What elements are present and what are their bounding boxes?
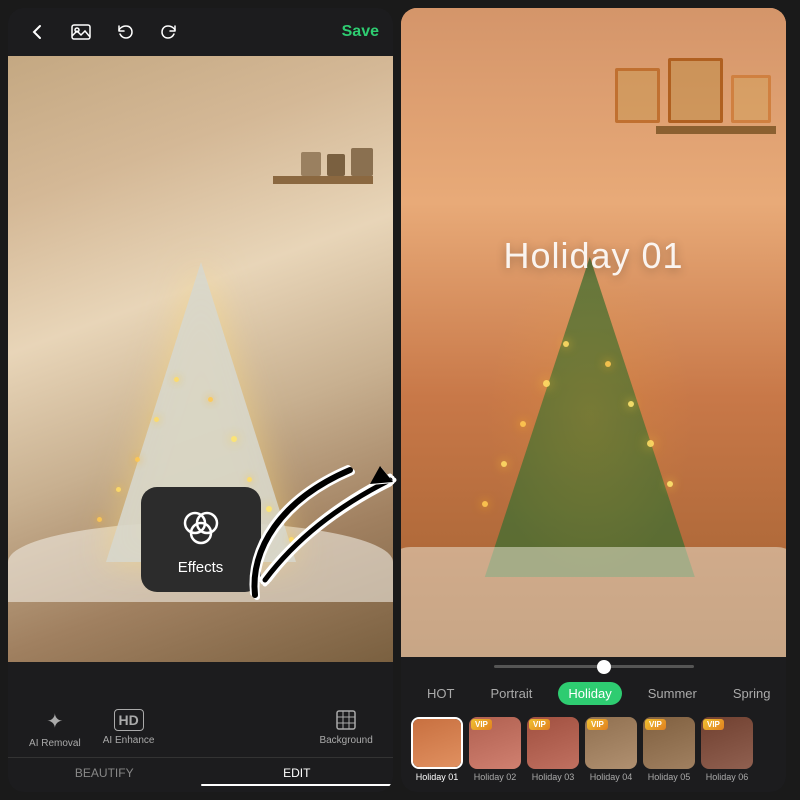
effects-tool-placeholder — [172, 709, 302, 749]
tree-light-r — [482, 501, 488, 507]
background-label: Background — [319, 735, 372, 746]
right-photo-area: Holiday 01 — [401, 8, 786, 657]
tab-edit[interactable]: EDIT — [201, 758, 394, 792]
undo-button[interactable] — [110, 17, 140, 47]
top-bar-left — [22, 17, 184, 47]
thumb-label-06: Holiday 06 — [706, 772, 749, 782]
tree-light — [247, 477, 252, 482]
thumb-label-04: Holiday 04 — [590, 772, 633, 782]
left-panel: Save Effects — [8, 8, 393, 792]
thumb-label-01: Holiday 01 — [416, 772, 459, 782]
thumb-holiday-06[interactable]: VIP Holiday 06 — [701, 717, 753, 782]
filter-tab-spring[interactable]: Spring — [723, 682, 781, 705]
vip-badge-05: VIP — [645, 719, 666, 730]
thumb-img-01 — [411, 717, 463, 769]
vip-badge-04: VIP — [587, 719, 608, 730]
tree-light — [174, 377, 179, 382]
thumb-img-06: VIP — [701, 717, 753, 769]
redo-button[interactable] — [154, 17, 184, 47]
tree-light — [266, 506, 272, 512]
thumb-img-03: VIP — [527, 717, 579, 769]
thumb-img-02: VIP — [469, 717, 521, 769]
vip-badge-02: VIP — [471, 719, 492, 730]
tab-beautify[interactable]: BEAUTIFY — [8, 758, 201, 792]
filter-tabs: HOT Portrait Holiday Summer Spring Fall — [401, 676, 786, 711]
frame-1 — [615, 68, 660, 123]
tree-light-r — [605, 361, 611, 367]
tab-row: BEAUTIFY EDIT — [8, 757, 393, 792]
ai-enhance-icon: HD — [114, 709, 144, 731]
couch — [401, 547, 786, 657]
bottom-panel-right: HOT Portrait Holiday Summer Spring Fall … — [401, 657, 786, 792]
thumb-label-03: Holiday 03 — [532, 772, 575, 782]
frame-3 — [731, 75, 771, 123]
image-icon[interactable] — [66, 17, 96, 47]
thumb-holiday-04[interactable]: VIP Holiday 04 — [585, 717, 637, 782]
thumb-label-05: Holiday 05 — [648, 772, 691, 782]
effects-popup: Effects — [141, 487, 261, 592]
thumb-label-02: Holiday 02 — [474, 772, 517, 782]
thumbnails-row: Holiday 01 VIP Holiday 02 VIP Holiday 03 — [401, 711, 786, 792]
thumb-holiday-01[interactable]: Holiday 01 — [411, 717, 463, 782]
bottom-toolbar: ✦ AI Removal HD AI Enhance Background — [8, 662, 393, 792]
ai-enhance-label: AI Enhance — [103, 735, 155, 746]
shelf-right — [656, 126, 776, 134]
holiday-title: Holiday 01 — [503, 235, 683, 277]
back-button[interactable] — [22, 17, 52, 47]
frame-2 — [668, 58, 723, 123]
thumb-holiday-03[interactable]: VIP Holiday 03 — [527, 717, 579, 782]
tree-light-r — [667, 481, 673, 487]
tree-light — [97, 517, 102, 522]
slider-thumb[interactable] — [597, 660, 611, 674]
vip-badge-03: VIP — [529, 719, 550, 730]
ai-removal-label: AI Removal — [29, 738, 81, 749]
effects-label: Effects — [178, 559, 224, 576]
tree-light-r — [563, 341, 569, 347]
filter-tab-holiday[interactable]: Holiday — [558, 682, 621, 705]
ai-enhance-tool[interactable]: HD AI Enhance — [99, 709, 159, 749]
effect-slider[interactable] — [494, 665, 694, 668]
tree-glow — [484, 257, 694, 577]
wall-decor — [615, 58, 771, 123]
slider-area — [401, 657, 786, 676]
thumb-holiday-05[interactable]: VIP Holiday 05 — [643, 717, 695, 782]
right-panel: Holiday 01 HOT Portrait Holiday Summer S… — [401, 8, 786, 792]
ai-removal-icon: ✦ — [46, 709, 63, 734]
filter-tab-portrait[interactable]: Portrait — [480, 682, 542, 705]
save-button[interactable]: Save — [342, 23, 379, 41]
thumb-img-05: VIP — [643, 717, 695, 769]
shelf-decoration — [273, 176, 373, 184]
tool-row: ✦ AI Removal HD AI Enhance Background — [8, 701, 393, 757]
top-bar: Save — [8, 8, 393, 56]
ai-removal-tool[interactable]: ✦ AI Removal — [25, 709, 85, 749]
tree-light — [116, 487, 121, 492]
filter-tab-hot[interactable]: HOT — [417, 682, 464, 705]
filter-tab-summer[interactable]: Summer — [638, 682, 707, 705]
background-tool[interactable]: Background — [316, 709, 376, 749]
thumb-holiday-02[interactable]: VIP Holiday 02 — [469, 717, 521, 782]
effects-circles-icon — [177, 503, 225, 551]
left-photo-area: Effects — [8, 56, 393, 662]
vip-badge-06: VIP — [703, 719, 724, 730]
thumb-img-04: VIP — [585, 717, 637, 769]
background-icon — [335, 709, 357, 731]
